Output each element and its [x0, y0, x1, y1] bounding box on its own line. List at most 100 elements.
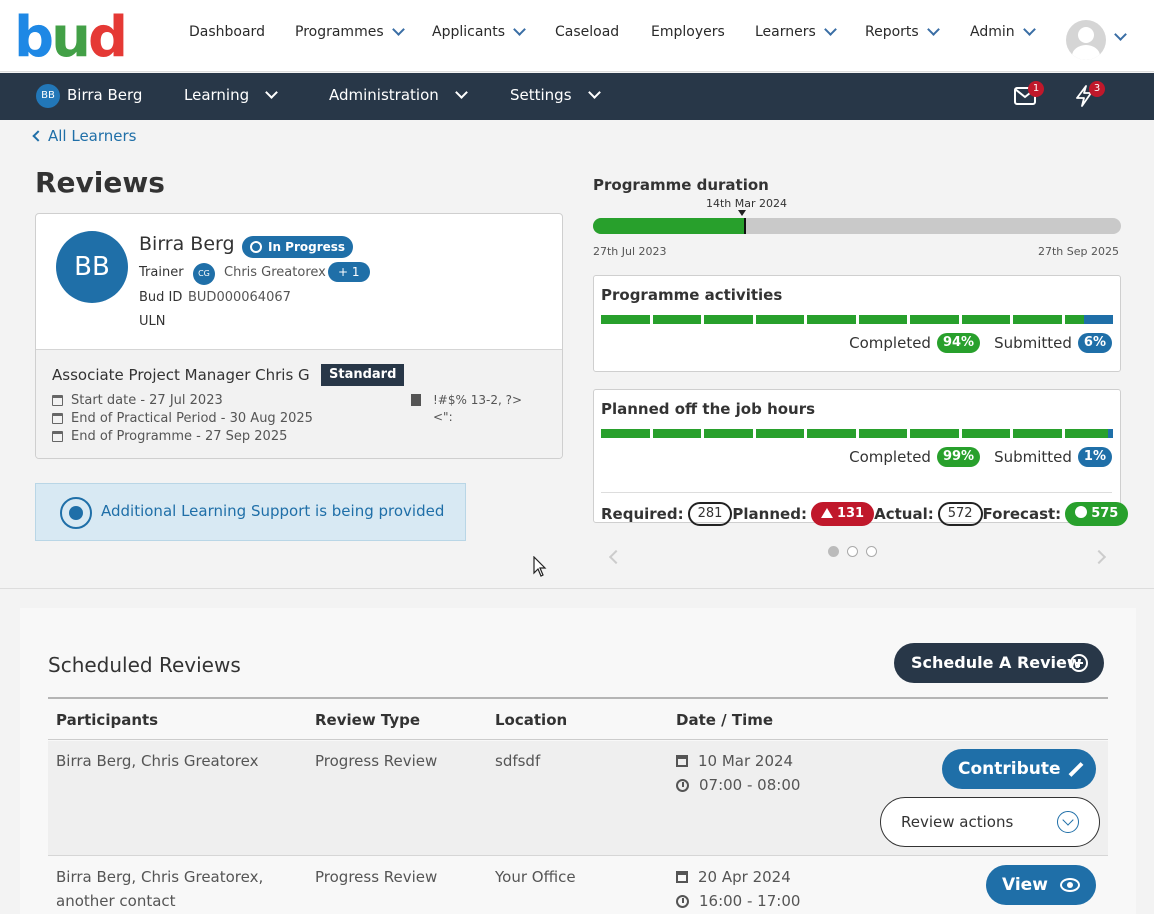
activities-progress-bar — [601, 315, 1113, 324]
scheduled-reviews-title: Scheduled Reviews — [48, 653, 241, 677]
column-review-type: Review Type — [315, 711, 421, 729]
status-badge: In Progress — [242, 236, 354, 258]
row-date: 10 Mar 2024 — [676, 752, 793, 770]
progress-segment — [601, 315, 650, 324]
completed-percent-badge: 94% — [936, 333, 981, 353]
clock-icon — [676, 778, 689, 792]
progress-segment — [755, 429, 804, 438]
nav-programmes[interactable]: Programmes — [295, 23, 405, 40]
otj-hours-title: Planned off the job hours — [601, 400, 816, 418]
learner-avatar: BB — [56, 231, 128, 303]
back-to-all-learners-link[interactable]: All Learners — [32, 127, 137, 145]
more-trainers-badge[interactable]: + 1 — [328, 262, 370, 282]
end-practical-date: End of Practical Period - 30 Aug 2025 — [52, 411, 313, 426]
progress-segment — [1013, 429, 1062, 438]
start-date: Start date - 27 Jul 2023 — [52, 393, 223, 408]
progress-segment — [858, 315, 907, 324]
subnav-settings[interactable]: Settings — [510, 86, 601, 104]
learning-support-notice: Additional Learning Support is being pro… — [35, 483, 466, 541]
chevron-down-icon — [391, 23, 405, 36]
building-icon — [411, 394, 421, 406]
progress-segment — [704, 315, 753, 324]
subnav-administration[interactable]: Administration — [329, 86, 468, 104]
subnav-learning[interactable]: Learning — [184, 86, 278, 104]
calendar-icon — [676, 755, 688, 767]
progress-segment — [1013, 315, 1062, 324]
programme-duration-fill — [593, 218, 747, 234]
table-row: Birra Berg, Chris Greatorex, another con… — [48, 857, 1108, 914]
reviews-table-header: Participants Review Type Location Date /… — [48, 697, 1108, 740]
progress-segment — [961, 429, 1010, 438]
nav-admin[interactable]: Admin — [970, 23, 1036, 40]
bud-id-label: Bud ID — [139, 290, 183, 305]
otj-hours-summary: Required: 281 Planned: 131 Actual: 572 Fore… — [601, 492, 1129, 526]
programme-duration-bar — [593, 218, 1121, 234]
planned-hours: Planned: 131 — [732, 502, 875, 526]
carousel-dot[interactable] — [828, 546, 839, 557]
completed-percent-badge: 99% — [936, 447, 981, 467]
view-button[interactable]: View — [986, 865, 1096, 905]
row-participants: Birra Berg, Chris Greatorex — [56, 752, 259, 770]
progress-segment — [1064, 315, 1113, 324]
nav-employers[interactable]: Employers — [651, 24, 725, 40]
chevron-down-icon — [926, 23, 940, 36]
column-location: Location — [495, 711, 568, 729]
activities-stats: Completed 94% Submitted 6% — [849, 333, 1112, 353]
support-link[interactable]: Additional Learning Support — [101, 502, 310, 520]
alerts-button[interactable]: 3 — [1073, 81, 1105, 111]
learner-card: BB Birra Berg In Progress Trainer CG Chr… — [35, 213, 563, 459]
chevron-down-icon — [587, 86, 601, 99]
calendar-icon — [52, 395, 63, 406]
learner-subnav: BB Birra Berg Learning Administration Se… — [0, 73, 1154, 120]
submitted-percent-badge: 6% — [1077, 333, 1112, 353]
end-programme-date: End of Programme - 27 Sep 2025 — [52, 429, 287, 444]
row-date: 20 Apr 2024 — [676, 868, 791, 886]
review-actions-dropdown[interactable]: Review actions — [880, 797, 1100, 847]
messages-button[interactable]: 1 — [1012, 81, 1044, 111]
carousel-dot[interactable] — [847, 546, 858, 557]
row-location: Your Office — [495, 868, 576, 886]
actual-hours: Actual: 572 — [874, 502, 983, 526]
progress-segment — [858, 429, 907, 438]
warning-icon — [820, 508, 833, 518]
table-row: Birra Berg, Chris Greatorex Progress Rev… — [48, 741, 1108, 856]
learner-name: Birra Berg — [67, 86, 143, 104]
uln-label: ULN — [139, 314, 166, 329]
calendar-icon — [52, 413, 63, 424]
user-avatar[interactable] — [1066, 20, 1106, 60]
row-participants: Birra Berg, Chris Greatorex, another con… — [56, 868, 264, 910]
nav-reports[interactable]: Reports — [865, 23, 940, 40]
programme-details: Associate Project Manager Chris G Standa… — [36, 349, 562, 458]
user-menu-chevron-icon[interactable] — [1114, 28, 1127, 41]
nav-learners[interactable]: Learners — [755, 23, 837, 40]
calendar-icon — [52, 431, 63, 442]
progress-segment — [910, 429, 959, 438]
carousel-dot[interactable] — [866, 546, 877, 557]
progress-segment — [910, 315, 959, 324]
chevron-down-icon — [513, 23, 526, 36]
bud-logo[interactable]: bud — [14, 10, 128, 66]
carousel-next-button[interactable] — [1091, 549, 1107, 565]
marker-arrow-icon — [738, 210, 746, 216]
carousel-prev-button[interactable] — [608, 549, 624, 565]
nav-caseload[interactable]: Caseload — [555, 24, 619, 40]
programme-activities-panel: Programme activities Completed 94% Submit… — [593, 275, 1121, 372]
bud-id-value: BUD000064067 — [188, 290, 291, 305]
row-time: 16:00 - 17:00 — [676, 892, 800, 910]
progress-segment — [1064, 429, 1113, 438]
progress-segment — [807, 429, 856, 438]
row-review-type: Progress Review — [315, 868, 438, 886]
required-hours: Required: 281 — [601, 502, 733, 526]
chevron-down-icon — [265, 86, 278, 99]
otj-hours-panel: Planned off the job hours Completed 99% S… — [593, 389, 1129, 526]
learner-avatar-small: BB — [36, 84, 60, 108]
schedule-review-button[interactable]: Schedule A Review — [894, 643, 1104, 683]
chevron-down-circle-icon — [1057, 811, 1079, 833]
submitted-percent-badge: 1% — [1077, 447, 1112, 467]
row-time: 07:00 - 08:00 — [676, 776, 800, 794]
programme-end-date: 27th Sep 2025 — [1038, 245, 1120, 258]
progress-segment — [961, 315, 1010, 324]
contribute-button[interactable]: Contribute — [942, 749, 1096, 789]
nav-dashboard[interactable]: Dashboard — [189, 24, 265, 40]
nav-applicants[interactable]: Applicants — [432, 23, 526, 40]
